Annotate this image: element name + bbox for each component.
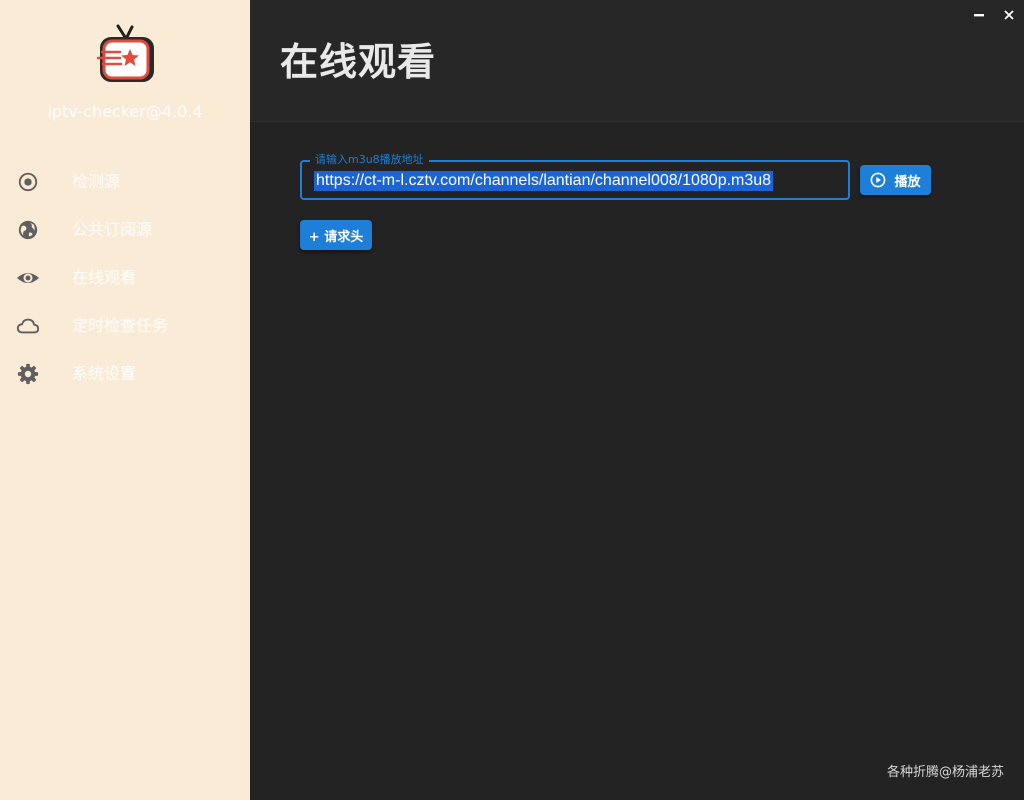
sidebar-item-public-subscriptions[interactable]: 公共订阅源 [0, 206, 250, 254]
sidebar-nav: 检测源 公共订阅源 在线观看 定时检查任务 系统设置 [0, 158, 250, 398]
close-button[interactable] [1000, 6, 1018, 24]
minimize-button[interactable] [970, 6, 988, 24]
play-circle-icon [870, 172, 886, 188]
tv-logo-icon [94, 24, 158, 88]
footer-credit: 各种折腾@杨浦老苏 [886, 765, 1004, 780]
play-button-label: 播放 [894, 174, 921, 190]
main-panel: 在线观看 请输入m3u8播放地址 https://ct-m-l.cztv.com… [250, 0, 1024, 800]
play-button[interactable]: 播放 [860, 165, 931, 195]
m3u8-url-label: 请输入m3u8播放地址 [310, 153, 429, 167]
sidebar-item-label: 系统设置 [72, 364, 137, 383]
page-header: 在线观看 [250, 0, 1024, 122]
gear-icon [16, 362, 40, 386]
minimize-icon [973, 6, 985, 25]
radio-target-icon [16, 170, 40, 194]
sidebar: iptv-checker@4.0.4 检测源 公共订阅源 在线观看 定时检查任务… [0, 0, 250, 800]
sidebar-item-label: 定时检查任务 [72, 316, 169, 335]
sidebar-item-detect-source[interactable]: 检测源 [0, 158, 250, 206]
m3u8-url-input[interactable]: https://ct-m-l.cztv.com/channels/lantian… [314, 171, 774, 191]
sidebar-item-label: 在线观看 [72, 268, 137, 287]
m3u8-url-field[interactable]: 请输入m3u8播放地址 https://ct-m-l.cztv.com/chan… [300, 153, 850, 200]
sidebar-item-label: 检测源 [72, 172, 121, 191]
close-icon [1003, 6, 1015, 25]
add-request-header-label: + 请求头 [308, 229, 364, 245]
sidebar-item-scheduled-tasks[interactable]: 定时检查任务 [0, 302, 250, 350]
globe-icon [16, 218, 40, 242]
add-request-header-button[interactable]: + 请求头 [300, 220, 372, 250]
app-version: iptv-checker@4.0.4 [47, 102, 203, 121]
sidebar-item-label: 公共订阅源 [72, 220, 153, 239]
sidebar-item-settings[interactable]: 系统设置 [0, 350, 250, 398]
sidebar-item-watch-online[interactable]: 在线观看 [0, 254, 250, 302]
cloud-icon [16, 314, 40, 338]
eye-icon [16, 266, 40, 290]
page-title: 在线观看 [280, 40, 437, 84]
